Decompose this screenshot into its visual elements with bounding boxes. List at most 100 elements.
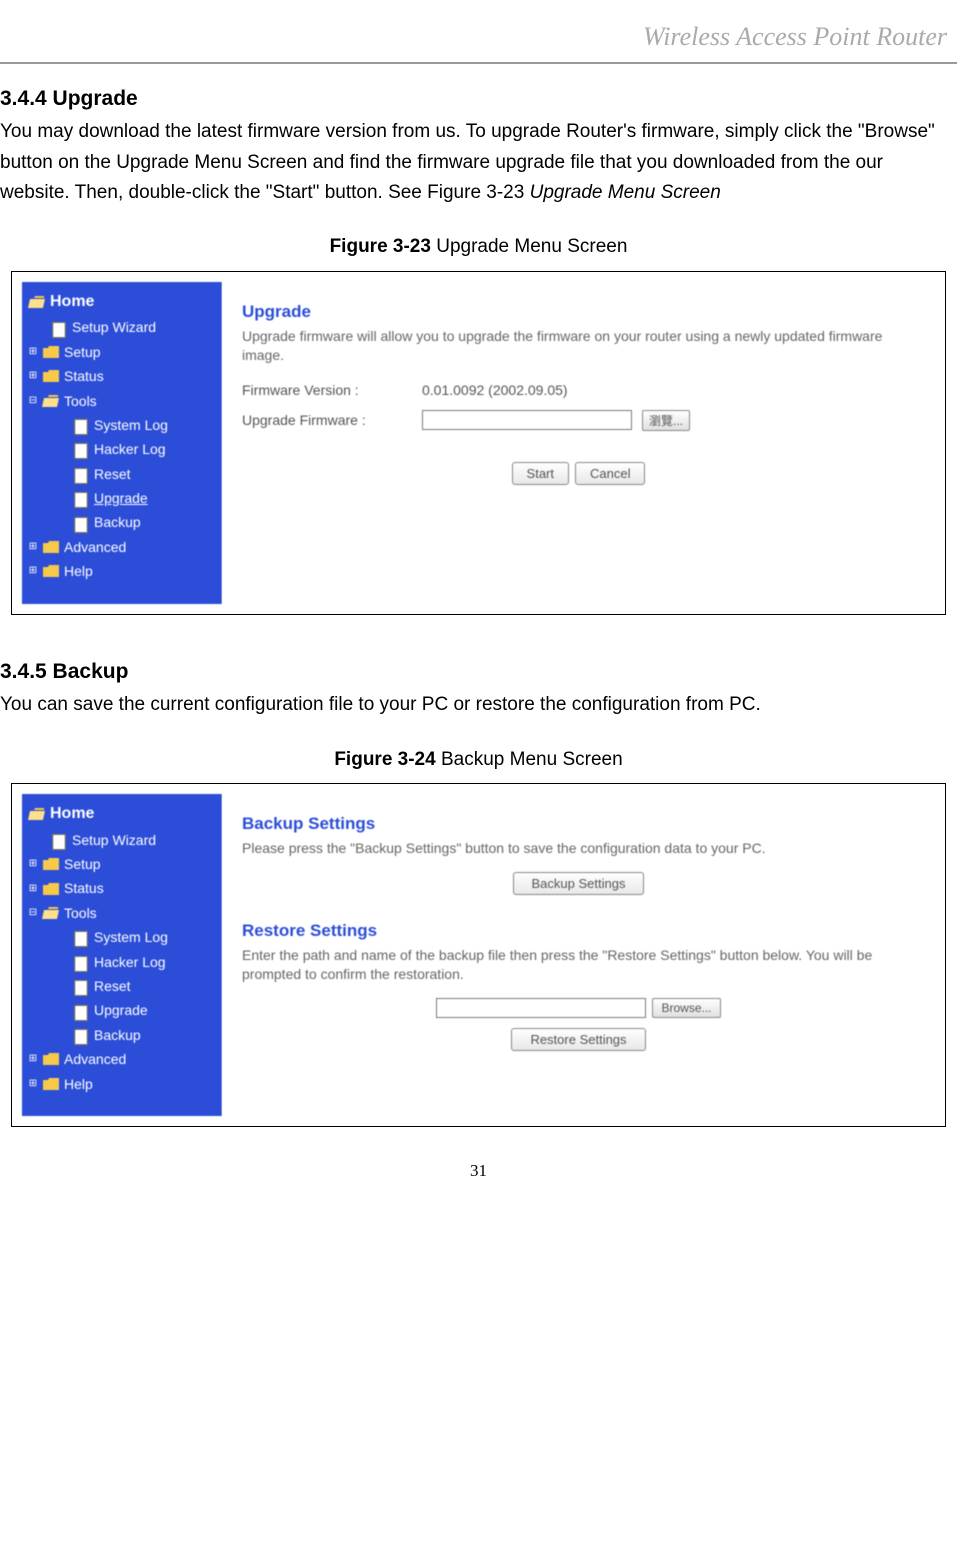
cancel-button[interactable]: Cancel bbox=[575, 462, 645, 485]
nav-home[interactable]: Home bbox=[22, 288, 222, 316]
folder-closed-icon bbox=[42, 1052, 60, 1066]
backup-panel: Backup Settings Please press the "Backup… bbox=[222, 794, 935, 1116]
nav-help[interactable]: ⊞ Help bbox=[22, 1072, 222, 1096]
upgrade-firmware-input[interactable] bbox=[422, 410, 632, 430]
upgrade-firmware-row: Upgrade Firmware : 瀏覽... bbox=[242, 409, 915, 431]
nav-home[interactable]: Home bbox=[22, 800, 222, 828]
folder-open-icon bbox=[42, 906, 60, 920]
figure-caption-backup-bold: Figure 3-24 bbox=[334, 749, 435, 770]
folder-open-icon bbox=[28, 295, 46, 309]
page-icon bbox=[72, 467, 90, 481]
upgrade-body-italic: Upgrade Menu Screen bbox=[530, 182, 721, 203]
nav-setup-wizard[interactable]: Setup Wizard bbox=[22, 315, 222, 339]
upgrade-panel-desc: Upgrade firmware will allow you to upgra… bbox=[242, 327, 915, 365]
nav-system-log[interactable]: System Log bbox=[22, 925, 222, 949]
nav-upgrade[interactable]: Upgrade bbox=[22, 998, 222, 1022]
nav-reset-label: Reset bbox=[94, 463, 131, 485]
nav-upgrade-label: Upgrade bbox=[94, 999, 148, 1021]
page-icon bbox=[72, 930, 90, 944]
nav-advanced[interactable]: ⊞ Advanced bbox=[22, 535, 222, 559]
upgrade-firmware-label: Upgrade Firmware : bbox=[242, 409, 412, 431]
nav-reset-label: Reset bbox=[94, 975, 131, 997]
document-header: Wireless Access Point Router bbox=[0, 10, 957, 64]
tree-expand-icon: ⊞ bbox=[28, 859, 38, 869]
upgrade-panel: Upgrade Upgrade firmware will allow you … bbox=[222, 282, 935, 604]
nav-setup-wizard[interactable]: Setup Wizard bbox=[22, 828, 222, 852]
nav-hacker-log[interactable]: Hacker Log bbox=[22, 950, 222, 974]
nav-system-log[interactable]: System Log bbox=[22, 413, 222, 437]
nav-hacker-log[interactable]: Hacker Log bbox=[22, 437, 222, 461]
backup-settings-button[interactable]: Backup Settings bbox=[513, 872, 645, 895]
figure-box-upgrade: Home Setup Wizard ⊞ Setup ⊞ Status bbox=[11, 271, 946, 615]
firmware-version-value: 0.01.0092 (2002.09.05) bbox=[422, 379, 568, 401]
folder-closed-icon bbox=[42, 540, 60, 554]
tree-expand-icon: ⊞ bbox=[28, 542, 38, 552]
page-icon bbox=[50, 321, 68, 335]
page-icon bbox=[72, 491, 90, 505]
nav-setup-label: Setup bbox=[64, 853, 101, 875]
section-heading-upgrade: 3.4.4 Upgrade bbox=[0, 82, 957, 116]
nav-reset[interactable]: Reset bbox=[22, 974, 222, 998]
figure-caption-backup-rest: Backup Menu Screen bbox=[436, 749, 623, 770]
nav-tools-label: Tools bbox=[64, 902, 97, 924]
tree-expand-icon: ⊞ bbox=[28, 884, 38, 894]
page-icon bbox=[72, 955, 90, 969]
section-body-upgrade: You may download the latest firmware ver… bbox=[0, 117, 957, 208]
nav-backup[interactable]: Backup bbox=[22, 510, 222, 534]
nav-status[interactable]: ⊞ Status bbox=[22, 876, 222, 900]
backup-settings-desc: Please press the "Backup Settings" butto… bbox=[242, 839, 915, 858]
nav-backup-label: Backup bbox=[94, 511, 141, 533]
figure-caption-upgrade: Figure 3-23 Upgrade Menu Screen bbox=[0, 232, 957, 262]
browse-button[interactable]: Browse... bbox=[652, 998, 720, 1018]
figure-caption-backup: Figure 3-24 Backup Menu Screen bbox=[0, 745, 957, 775]
tree-expand-icon: ⊞ bbox=[28, 1079, 38, 1089]
firmware-version-row: Firmware Version : 0.01.0092 (2002.09.05… bbox=[242, 379, 915, 401]
nav-help-label: Help bbox=[64, 560, 93, 582]
page-icon bbox=[72, 1004, 90, 1018]
folder-closed-icon bbox=[42, 857, 60, 871]
nav-help[interactable]: ⊞ Help bbox=[22, 559, 222, 583]
nav-tools[interactable]: ⊟ Tools bbox=[22, 901, 222, 925]
firmware-version-label: Firmware Version : bbox=[242, 379, 412, 401]
restore-path-input[interactable] bbox=[436, 998, 646, 1018]
header-title: Wireless Access Point Router bbox=[643, 22, 947, 51]
upgrade-button-group: Start Cancel bbox=[242, 462, 915, 485]
restore-settings-title: Restore Settings bbox=[242, 917, 915, 944]
nav-upgrade[interactable]: Upgrade bbox=[22, 486, 222, 510]
nav-tools[interactable]: ⊟ Tools bbox=[22, 389, 222, 413]
nav-status[interactable]: ⊞ Status bbox=[22, 364, 222, 388]
section-heading-backup: 3.4.5 Backup bbox=[0, 655, 957, 689]
figure-caption-upgrade-bold: Figure 3-23 bbox=[330, 236, 431, 257]
page-icon bbox=[72, 442, 90, 456]
nav-advanced[interactable]: ⊞ Advanced bbox=[22, 1047, 222, 1071]
start-button[interactable]: Start bbox=[512, 462, 569, 485]
nav-setup[interactable]: ⊞ Setup bbox=[22, 340, 222, 364]
nav-help-label: Help bbox=[64, 1073, 93, 1095]
tree-expand-icon: ⊞ bbox=[28, 1054, 38, 1064]
folder-open-icon bbox=[28, 807, 46, 821]
nav-backup-label: Backup bbox=[94, 1024, 141, 1046]
tree-expand-icon: ⊞ bbox=[28, 371, 38, 381]
nav-system-log-label: System Log bbox=[94, 926, 168, 948]
page-icon bbox=[50, 833, 68, 847]
nav-system-log-label: System Log bbox=[94, 414, 168, 436]
nav-setup[interactable]: ⊞ Setup bbox=[22, 852, 222, 876]
tree-expand-icon: ⊞ bbox=[28, 347, 38, 357]
nav-reset[interactable]: Reset bbox=[22, 462, 222, 486]
page-number: 31 bbox=[0, 1157, 957, 1184]
nav-setup-wizard-label: Setup Wizard bbox=[72, 829, 156, 851]
restore-settings-button[interactable]: Restore Settings bbox=[511, 1028, 645, 1051]
page-icon bbox=[72, 1028, 90, 1042]
browse-button[interactable]: 瀏覽... bbox=[642, 410, 690, 431]
nav-backup[interactable]: Backup bbox=[22, 1023, 222, 1047]
folder-closed-icon bbox=[42, 369, 60, 383]
backup-settings-title: Backup Settings bbox=[242, 810, 915, 837]
upgrade-panel-title: Upgrade bbox=[242, 298, 915, 325]
folder-closed-icon bbox=[42, 564, 60, 578]
folder-closed-icon bbox=[42, 882, 60, 896]
folder-closed-icon bbox=[42, 345, 60, 359]
nav-sidebar: Home Setup Wizard ⊞ Setup ⊞ Status bbox=[22, 794, 222, 1116]
page-icon bbox=[72, 418, 90, 432]
nav-setup-wizard-label: Setup Wizard bbox=[72, 316, 156, 338]
page-icon bbox=[72, 516, 90, 530]
